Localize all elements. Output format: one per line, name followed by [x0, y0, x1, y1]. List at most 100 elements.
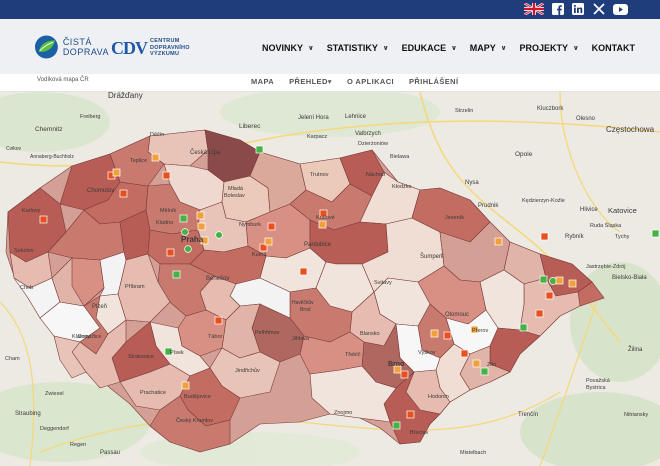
cdv-mark: CDV [111, 37, 148, 58]
label-nachod: Náchod [366, 172, 385, 178]
station-marker-zlin-2[interactable] [472, 359, 481, 368]
x-icon[interactable] [592, 2, 605, 16]
station-marker-chrudim[interactable] [299, 267, 308, 276]
station-marker-pardubice[interactable] [318, 220, 327, 229]
station-marker-budejovice[interactable] [181, 381, 190, 390]
linkedin-icon[interactable] [571, 2, 584, 16]
station-marker-sokolov[interactable] [39, 215, 48, 224]
label-kralove: Králové [316, 215, 335, 221]
cista-doprava-logo[interactable]: ČISTÁ DOPRAVA [34, 33, 109, 61]
station-marker-melnik[interactable] [179, 214, 188, 223]
sub-nav: MAPA PŘEHLED▾ O APLIKACI PŘIHLÁŠENÍ [251, 77, 473, 86]
station-marker-most[interactable] [112, 168, 121, 177]
station-marker-liberec[interactable] [255, 145, 264, 154]
label-brno: Brno [388, 361, 404, 368]
station-marker-beroun[interactable] [166, 248, 175, 257]
hydrogen-map[interactable]: Drážďany Chemnitz Freiberg Cvikov Annabe… [0, 92, 660, 466]
label-walbrzych: Valbrzych [355, 131, 381, 137]
chevron-down-icon: ∨ [451, 45, 457, 52]
station-marker-kolin-2[interactable] [264, 237, 273, 246]
label-jesenik: Jeseník [445, 215, 464, 221]
station-marker-praha-e[interactable] [215, 231, 223, 239]
label-freiberg: Freiberg [80, 114, 100, 120]
uk-flag-icon[interactable] [524, 2, 544, 16]
label-olomouc: Olomouc [445, 312, 469, 318]
label-decin: Děčín [150, 132, 164, 138]
subnav-prehled[interactable]: PŘEHLED▾ [289, 77, 332, 86]
station-marker-east-edge[interactable] [651, 229, 660, 238]
station-marker-frydek[interactable] [545, 291, 554, 300]
label-kutna: Kutná [252, 252, 267, 258]
nav-edukace[interactable]: EDUKACE ∨ [402, 41, 457, 55]
station-marker-uh-hradiste[interactable] [480, 367, 489, 376]
label-prachatice: Prachatice [140, 390, 166, 396]
station-marker-ostrava[interactable] [539, 275, 548, 284]
nav-label: NOVINKY [262, 43, 304, 53]
subnav-mapa[interactable]: MAPA [251, 77, 274, 86]
station-marker-brno-2[interactable] [400, 370, 409, 379]
station-marker-pardubice-w[interactable] [267, 222, 276, 231]
cdv-logo[interactable]: CDV CENTRUM DOPRAVNÍHO VÝZKUMU [111, 35, 196, 61]
station-marker-opava[interactable] [540, 232, 549, 241]
nav-label: EDUKACE [401, 43, 447, 53]
label-bielawa: Bielawa [390, 154, 410, 160]
station-marker-ostrava-2[interactable] [549, 277, 557, 285]
label-svitavy: Svitavy [374, 280, 392, 286]
nav-kontakt[interactable]: KONTAKT [592, 41, 635, 55]
station-marker-breclav[interactable] [392, 421, 401, 430]
label-domazlice: Domažlice [78, 334, 102, 340]
label-krumlov: Český Krumlov [176, 417, 213, 424]
nav-label: KONTAKT [591, 43, 635, 53]
main-nav: NOVINKY ∨ STATISTIKY ∨ EDUKACE ∨ MAPY ∨ PROJ… [262, 41, 648, 55]
station-marker-praha-n[interactable] [197, 222, 206, 231]
label-bystrica: Bystrica [586, 385, 607, 391]
station-marker-karvina[interactable] [568, 279, 577, 288]
label-plzen: Plzeň [92, 304, 107, 310]
label-vyskov: Vyškov [418, 350, 436, 356]
station-marker-zlin[interactable] [460, 349, 469, 358]
label-kedzierzyn: Kędzierzyn-Koźle [522, 198, 565, 204]
youtube-icon[interactable] [613, 2, 628, 16]
subnav-prihlaseni[interactable]: PŘIHLÁŠENÍ [409, 77, 458, 86]
station-marker-bruntal[interactable] [494, 237, 503, 246]
station-marker-kromeriz[interactable] [443, 331, 452, 340]
label-annaberg: Annaberg-Buchholz [30, 154, 74, 160]
label-sokolov: Sokolov [14, 248, 34, 254]
label-tabor: Tábor [208, 334, 223, 340]
label-tychy: Tychy [615, 234, 630, 240]
label-rybnik: Rybník [565, 234, 585, 240]
nav-mapy[interactable]: MAPY ∨ [470, 41, 507, 55]
label-jihlava: Jihlava [292, 336, 310, 342]
station-marker-hodonin[interactable] [406, 410, 415, 419]
page-title: Vodíková mapa ČR [37, 77, 89, 83]
label-olesno: Olesno [576, 116, 596, 122]
station-marker-ostrava-3[interactable] [555, 276, 564, 285]
label-boleslav: Boleslav [224, 193, 245, 199]
subnav-o-aplikaci[interactable]: O APLIKACI [347, 77, 394, 86]
station-marker-praha-s[interactable] [184, 245, 192, 253]
station-marker-pribram[interactable] [172, 270, 181, 279]
label-passau: Passau [100, 450, 120, 456]
nav-label: MAPY [469, 43, 496, 53]
nav-statistiky[interactable]: STATISTIKY ∨ [327, 41, 389, 55]
station-marker-novy-jicin[interactable] [535, 309, 544, 318]
station-marker-olomouc[interactable] [430, 329, 439, 338]
label-klodzko: Kłodzko [392, 184, 412, 190]
label-benesov: Benešov [206, 276, 229, 282]
station-marker-louny[interactable] [119, 189, 128, 198]
station-marker-teplice[interactable] [162, 171, 171, 180]
label-nitriansky: Nitriansky [624, 412, 648, 418]
station-marker-tabor[interactable] [214, 316, 223, 325]
label-prudnik: Prudnik [478, 203, 499, 209]
station-marker-mlada[interactable] [196, 211, 205, 220]
station-marker-usti[interactable] [151, 153, 160, 162]
label-chemnitz: Chemnitz [35, 126, 62, 133]
label-karlovy: Karlovy [22, 208, 41, 214]
facebook-icon[interactable] [551, 2, 564, 16]
label-trencin: Trenčín [518, 412, 538, 418]
label-breclav: Břeclav [410, 430, 429, 436]
nav-projekty[interactable]: PROJEKTY ∨ [519, 41, 578, 55]
nav-novinky[interactable]: NOVINKY ∨ [262, 41, 314, 55]
station-marker-vsetin[interactable] [519, 323, 528, 332]
nav-label: PROJEKTY [519, 43, 568, 53]
